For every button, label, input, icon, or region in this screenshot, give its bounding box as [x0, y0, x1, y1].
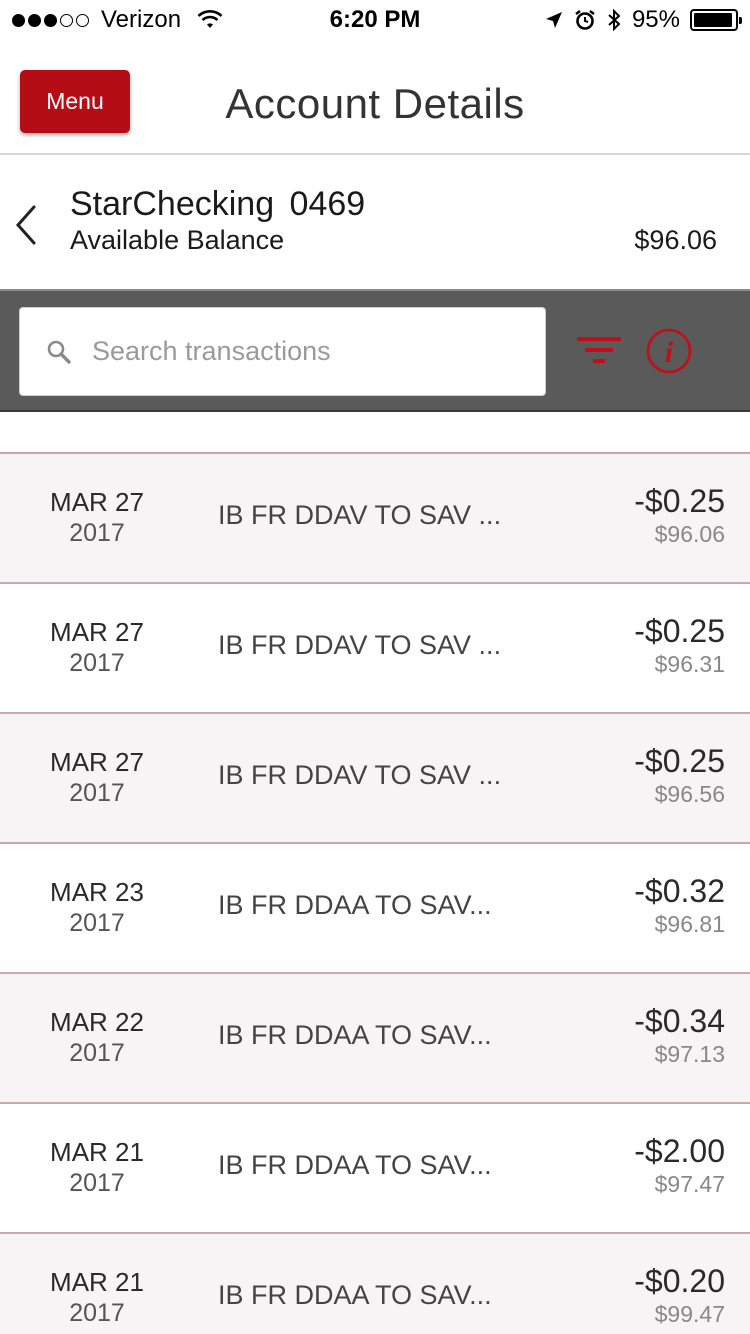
transaction-row[interactable]: MAR 22 2017 IB FR DDAA TO SAV... -$0.34 …: [0, 974, 750, 1104]
transaction-description: IB FR DDAA TO SAV...: [218, 890, 492, 920]
transaction-date: MAR 21 2017: [40, 1136, 154, 1198]
transaction-month-day: MAR 21: [50, 1137, 144, 1167]
search-icon: [47, 340, 71, 364]
search-toolbar: i: [0, 289, 750, 412]
transaction-list: MAR 27 2017 IB FR DDAV TO SAV ... -$0.25…: [0, 454, 750, 1334]
transaction-month-day: MAR 27: [50, 747, 144, 777]
status-bar: Verizon 6:20 PM 95%: [0, 0, 750, 40]
filter-icon[interactable]: [577, 335, 621, 365]
transaction-amounts: -$0.20 $99.47: [634, 1262, 725, 1328]
available-balance-label: Available Balance: [70, 225, 285, 255]
transaction-amounts: -$2.00 $97.47: [634, 1132, 725, 1198]
page-title: Account Details: [225, 80, 525, 127]
transaction-amount: -$0.32: [634, 873, 725, 909]
transaction-year: 2017: [69, 649, 125, 677]
transaction-amount: -$0.25: [634, 613, 725, 649]
transaction-month-day: MAR 23: [50, 877, 144, 907]
transaction-running-balance: $96.06: [654, 521, 725, 547]
transaction-date: MAR 27 2017: [40, 746, 154, 808]
transaction-month-day: MAR 21: [50, 1267, 144, 1297]
transaction-year: 2017: [69, 1169, 125, 1197]
transaction-running-balance: $96.31: [654, 651, 725, 677]
transaction-year: 2017: [69, 909, 125, 937]
svg-text:i: i: [665, 336, 674, 369]
transaction-description: IB FR DDAA TO SAV...: [218, 1280, 492, 1310]
available-balance-value: $96.06: [634, 225, 717, 255]
transaction-amount: -$0.34: [634, 1003, 725, 1039]
location-arrow-icon: [545, 12, 562, 28]
transaction-description: IB FR DDAV TO SAV ...: [218, 760, 502, 790]
transaction-amounts: -$0.32 $96.81: [634, 872, 725, 938]
transaction-date: MAR 22 2017: [40, 1006, 154, 1068]
transaction-running-balance: $96.56: [654, 781, 725, 807]
transaction-running-balance: $96.81: [654, 911, 725, 937]
transaction-description: IB FR DDAV TO SAV ...: [218, 630, 502, 660]
transaction-description: IB FR DDAA TO SAV...: [218, 1020, 492, 1050]
transaction-month-day: MAR 27: [50, 487, 144, 517]
transaction-description: IB FR DDAV TO SAV ...: [218, 500, 502, 530]
transaction-year: 2017: [69, 1039, 125, 1067]
transaction-amounts: -$0.25 $96.06: [634, 482, 725, 548]
app-header: Menu Account Details: [0, 40, 750, 155]
transaction-amounts: -$0.25 $96.56: [634, 742, 725, 808]
battery-icon: [690, 9, 742, 31]
status-right: 95%: [544, 6, 742, 34]
transaction-date: MAR 27 2017: [40, 486, 154, 548]
account-name: StarChecking 0469: [70, 185, 366, 223]
transaction-running-balance: $99.47: [654, 1301, 725, 1327]
transaction-row[interactable]: MAR 21 2017 IB FR DDAA TO SAV... -$2.00 …: [0, 1104, 750, 1234]
transaction-month-day: MAR 22: [50, 1007, 144, 1037]
transaction-amount: -$0.25: [634, 483, 725, 519]
transaction-amounts: -$0.34 $97.13: [634, 1002, 725, 1068]
alarm-clock-icon: [575, 10, 595, 30]
transaction-amount: -$0.25: [634, 743, 725, 779]
transaction-row[interactable]: MAR 21 2017 IB FR DDAA TO SAV... -$0.20 …: [0, 1234, 750, 1334]
transaction-year: 2017: [69, 1299, 125, 1327]
transaction-year: 2017: [69, 519, 125, 547]
transaction-running-balance: $97.47: [654, 1171, 725, 1197]
transaction-date: MAR 27 2017: [40, 616, 154, 678]
account-summary: StarChecking 0469 Available Balance $96.…: [0, 157, 750, 289]
transaction-year: 2017: [69, 779, 125, 807]
transaction-amount: -$0.20: [634, 1263, 725, 1299]
transaction-date: MAR 23 2017: [40, 876, 154, 938]
transaction-month-day: MAR 27: [50, 617, 144, 647]
transaction-date: MAR 21 2017: [40, 1266, 154, 1328]
bluetooth-icon: [608, 8, 621, 32]
transaction-running-balance: $97.13: [654, 1041, 725, 1067]
back-chevron-icon[interactable]: [10, 203, 46, 247]
transaction-amount: -$2.00: [634, 1133, 725, 1169]
transaction-row[interactable]: MAR 27 2017 IB FR DDAV TO SAV ... -$0.25…: [0, 454, 750, 584]
transaction-amounts: -$0.25 $96.31: [634, 612, 725, 678]
list-spacer: [0, 412, 750, 454]
transaction-row[interactable]: MAR 27 2017 IB FR DDAV TO SAV ... -$0.25…: [0, 714, 750, 844]
battery-percent: 95%: [631, 6, 680, 33]
transaction-row[interactable]: MAR 27 2017 IB FR DDAV TO SAV ... -$0.25…: [0, 584, 750, 714]
search-box[interactable]: [19, 307, 546, 396]
battery-fill: [694, 13, 732, 27]
transaction-row[interactable]: MAR 23 2017 IB FR DDAA TO SAV... -$0.32 …: [0, 844, 750, 974]
transaction-description: IB FR DDAA TO SAV...: [218, 1150, 492, 1180]
info-icon[interactable]: i: [646, 328, 692, 374]
search-input[interactable]: [92, 336, 512, 367]
